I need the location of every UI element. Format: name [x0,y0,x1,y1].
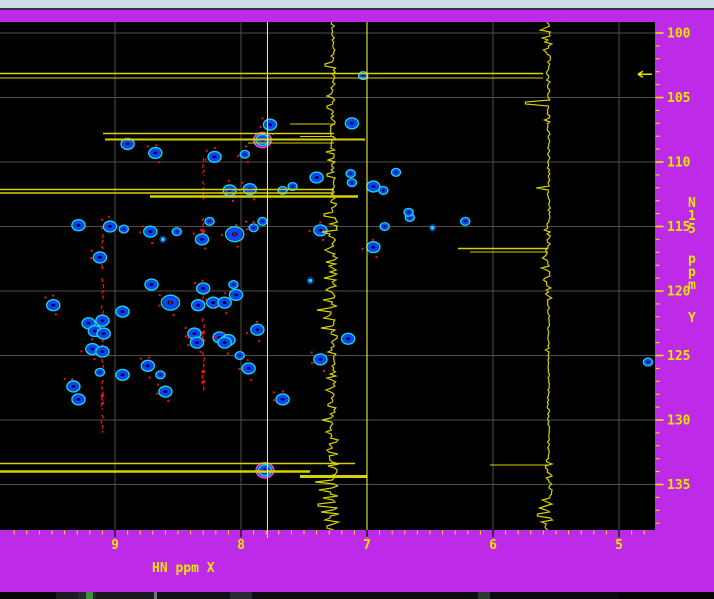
y-tick-label: 105 [667,91,690,106]
crosspeak[interactable] [378,185,389,195]
crosspeak[interactable] [345,169,356,179]
x-tick-label: 8 [237,538,245,553]
crosspeak[interactable] [379,221,390,232]
crosspeak[interactable] [366,180,381,193]
y-tick-label: 115 [667,220,690,235]
crosspeak[interactable] [460,216,471,226]
crosspeak[interactable] [344,117,360,130]
y-tick-label: 100 [667,27,691,42]
crosspeak[interactable] [340,332,356,345]
crosspeak[interactable] [95,314,110,327]
svg-text:Y: Y [688,311,696,326]
crosspeak[interactable] [403,207,414,217]
crosspeak[interactable] [71,393,86,406]
plot-area[interactable] [0,22,655,530]
crosspeak[interactable] [115,305,130,318]
x-tick-label: 5 [615,538,623,553]
crosspeak[interactable] [642,357,654,367]
x-tick-label: 9 [111,538,119,553]
crosspeak[interactable] [144,278,159,291]
crosspeak[interactable] [95,345,110,358]
crosspeak[interactable] [171,227,182,237]
y-tick-label: 125 [667,349,690,364]
crosspeak[interactable] [71,219,86,232]
crosspeak[interactable] [94,367,106,377]
x-tick-label: 7 [363,538,371,553]
crosspeak[interactable] [228,288,244,302]
crosspeak[interactable] [257,216,268,226]
crosspeak[interactable] [115,368,130,382]
crosspeak[interactable] [390,167,402,177]
y-axis-title: N15ppmY [688,196,696,326]
crosspeak[interactable] [234,350,245,361]
svg-text:m: m [688,278,696,293]
y-tick-label: 135 [667,478,690,493]
crosspeak[interactable] [190,299,206,312]
x-axis-title: HN ppm X [152,561,215,576]
spectrum-canvas[interactable]: 9 8 7 6 5100105110115120125130135 HN ppm X N… [0,0,714,599]
crosspeak[interactable] [96,327,111,340]
crosspeak[interactable] [228,280,239,290]
crosspeak[interactable] [118,224,130,234]
y-tick-label: 130 [667,414,691,429]
crosspeak[interactable] [346,178,358,188]
crosspeak[interactable] [309,171,324,184]
x-tick-label: 6 [489,538,497,553]
crosspeak[interactable] [155,370,166,380]
y-tick-label: 110 [667,156,691,171]
svg-text:5: 5 [688,222,696,237]
crosspeak[interactable] [204,216,215,226]
